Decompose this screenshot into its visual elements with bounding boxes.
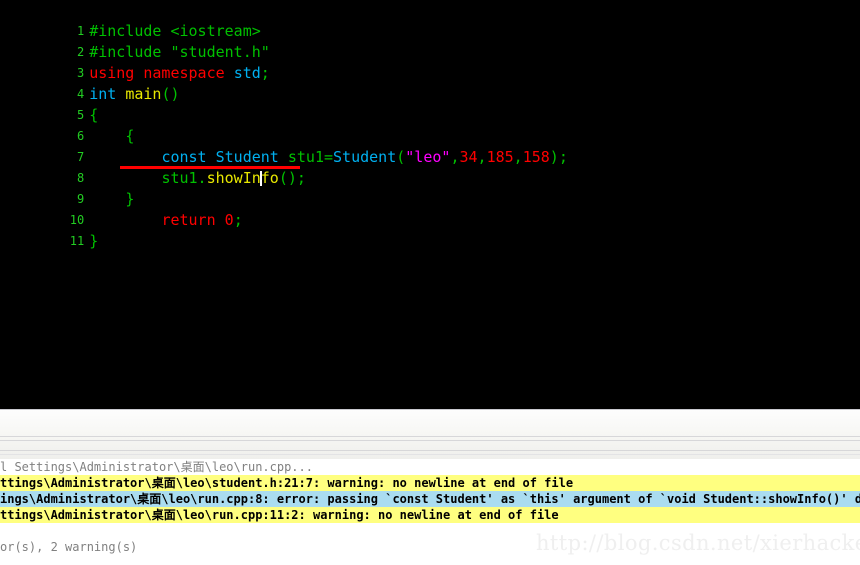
close-brace: }: [89, 232, 99, 250]
code-line-10[interactable]: 10 return 0;: [0, 189, 860, 229]
line-number: 11: [69, 234, 85, 248]
code-line-6[interactable]: 6 {: [0, 105, 860, 145]
code-editor[interactable]: 1 #include <iostream> 2 #include "student.…: [0, 0, 860, 409]
code-line-8[interactable]: 8 stu1.showInfo();: [0, 147, 860, 187]
blog-watermark: http://blog.csdn.net/xierhacker: [536, 531, 860, 555]
log-row-warning-1[interactable]: ttings\Administrator\桌面\leo\student.h:21…: [0, 475, 860, 491]
code-line-content: }: [84, 231, 98, 252]
log-row-error-1[interactable]: ings\Administrator\桌面\leo\run.cpp:8: err…: [0, 491, 860, 507]
strip-divider-1: [0, 436, 860, 437]
code-line-1[interactable]: 1 #include <iostream>: [0, 0, 860, 40]
code-line-11[interactable]: 11}: [0, 210, 860, 250]
panel-separator-strip: [0, 409, 860, 459]
strip-divider-3: [0, 450, 860, 451]
code-line-2[interactable]: 2 #include "student.h": [0, 21, 860, 61]
code-line-4[interactable]: 4 int main(): [0, 63, 860, 103]
log-row-warning-2[interactable]: ttings\Administrator\桌面\leo\run.cpp:11:2…: [0, 507, 860, 523]
log-row-compiling[interactable]: l Settings\Administrator\桌面\leo\run.cpp.…: [0, 459, 860, 475]
code-line-5[interactable]: 5{: [0, 84, 860, 124]
code-line-7[interactable]: 7 const Student stu1=Student("leo",34,18…: [0, 126, 860, 166]
error-underline-marker: [120, 166, 300, 169]
code-line-list: 1 #include <iostream> 2 #include "student.…: [0, 0, 860, 250]
strip-divider-2: [0, 440, 860, 441]
code-line-9[interactable]: 9 }: [0, 168, 860, 208]
code-line-3[interactable]: 3 using namespace std;: [0, 42, 860, 82]
strip-divider-4: [0, 454, 860, 455]
